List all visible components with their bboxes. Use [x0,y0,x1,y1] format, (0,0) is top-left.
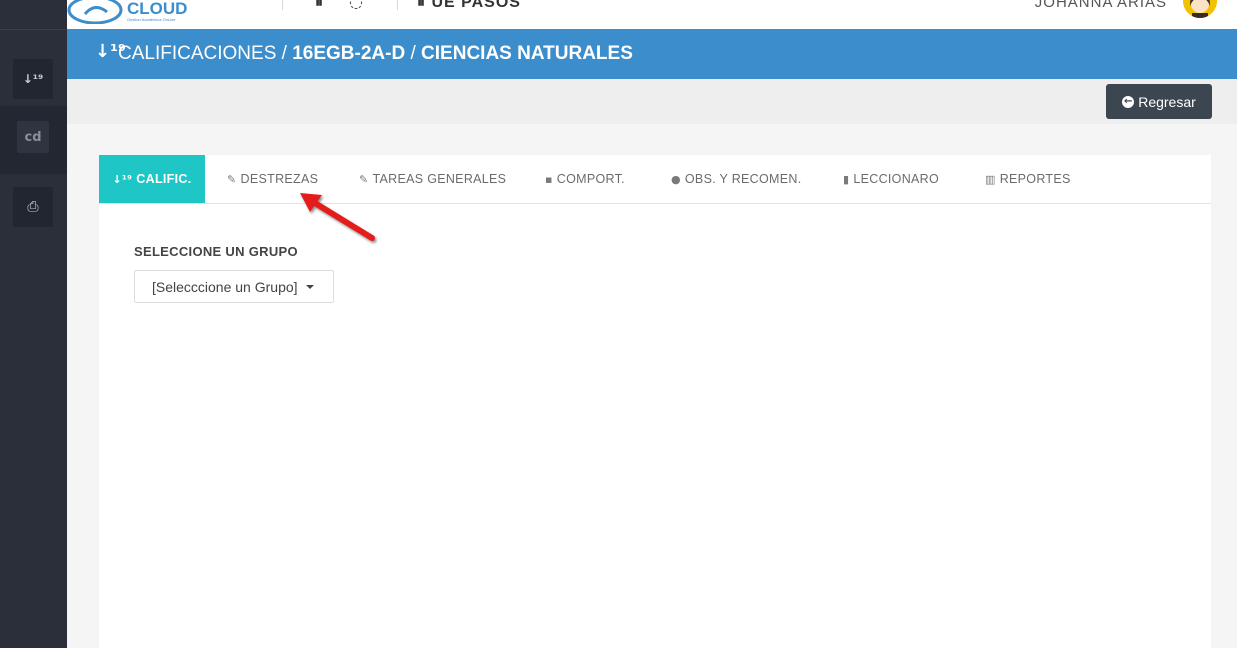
tab-label: COMPORT. [556,172,625,186]
print-icon: ⎙ [27,199,39,215]
logo-subtitle: Gestion Académica OnLine [127,17,176,22]
menu-grid-icon: ⏸ [417,0,427,11]
edit-icon: ✎ [359,172,369,186]
arrow-circle-left-icon: ← [1122,95,1135,108]
app-logo[interactable]: CLOUD Gestion Académica OnLine [67,0,187,24]
content-panel: ↓¹⁹ CALIFIC. ✎ DESTREZAS ✎ TAREAS GENERA… [99,155,1211,648]
cd-logo: cd [24,129,42,145]
back-button-label: Regresar [1138,93,1196,110]
logo-text: CLOUD [127,0,187,18]
tab-tareas-generales[interactable]: ✎ TAREAS GENERALES [359,155,506,203]
tab-label: TAREAS GENERALES [372,172,507,186]
annotation-arrow-icon [300,193,375,241]
breadcrumb-course: 16EGB-2A-D [292,43,406,64]
tab-reportes[interactable]: ▥ REPORTES [985,155,1071,203]
tab-comportamiento[interactable]: ▪ COMPORT. [545,155,625,203]
tab-label: CALIFIC. [136,172,192,186]
user-name[interactable]: JOHANNA ARIAS [1035,0,1167,11]
sidebar-item-cd[interactable]: cd [17,121,49,153]
history-icon[interactable]: ◌ [349,0,363,11]
tab-calificaciones[interactable]: ↓¹⁹ CALIFIC. [99,155,205,203]
tab-observaciones[interactable]: ● OBS. Y RECOMEN. [671,155,801,203]
caret-down-icon [305,284,314,289]
tab-label: OBS. Y RECOMEN. [684,172,802,186]
sidebar-top [0,0,67,30]
bar-chart-icon: ▥ [985,172,996,186]
sidebar-item-print[interactable]: ⎙ [13,187,53,227]
breadcrumb-separator: / [410,43,416,64]
sidebar-item-calificaciones[interactable]: ↓¹⁹ [13,59,53,99]
institution-menu[interactable]: ⏸ UE PASOS [417,0,521,12]
breadcrumb-subject: CIENCIAS NATURALES [421,43,633,64]
tab-leccionario[interactable]: ▮ LECCIONARO [843,155,939,203]
comments-icon: ● [671,172,681,186]
group-dropdown-value: [Selecccione un Grupo] [152,278,298,295]
back-button[interactable]: ← Regresar [1106,84,1212,119]
sort-numeric-icon: ↓¹⁹ [22,72,44,86]
comment-icon: ▪ [545,172,553,186]
group-select-label: SELECCIONE UN GRUPO [134,244,298,259]
sidebar: ↓¹⁹ cd ⎙ [0,0,67,648]
sort-numeric-icon: ↓¹⁹ [112,172,133,186]
tab-bar: ↓¹⁹ CALIFIC. ✎ DESTREZAS ✎ TAREAS GENERA… [99,155,1211,204]
menu-grid-icon[interactable]: ⏸ [315,0,323,12]
header-divider [397,0,398,10]
header-divider [282,0,283,10]
avatar[interactable] [1183,0,1217,18]
group-dropdown[interactable]: [Selecccione un Grupo] [134,270,334,303]
tab-label: LECCIONARO [853,172,940,186]
top-header: CLOUD Gestion Académica OnLine ⏸ ◌ ⏸ UE … [67,0,1237,29]
tab-label: REPORTES [999,172,1071,186]
page-title-bar: ↓¹⁹ CALIFICACIONES / 16EGB-2A-D / CIENCI… [67,29,1237,79]
institution-name: UE PASOS [431,0,521,11]
breadcrumb-section: CALIFICACIONES [118,43,277,64]
action-bar: ← Regresar [67,79,1237,124]
breadcrumb-separator: / [281,43,287,64]
tab-label: DESTREZAS [240,172,319,186]
book-icon: ▮ [843,172,850,186]
edit-icon: ✎ [227,172,237,186]
breadcrumb: CALIFICACIONES / 16EGB-2A-D / CIENCIAS N… [118,43,633,65]
